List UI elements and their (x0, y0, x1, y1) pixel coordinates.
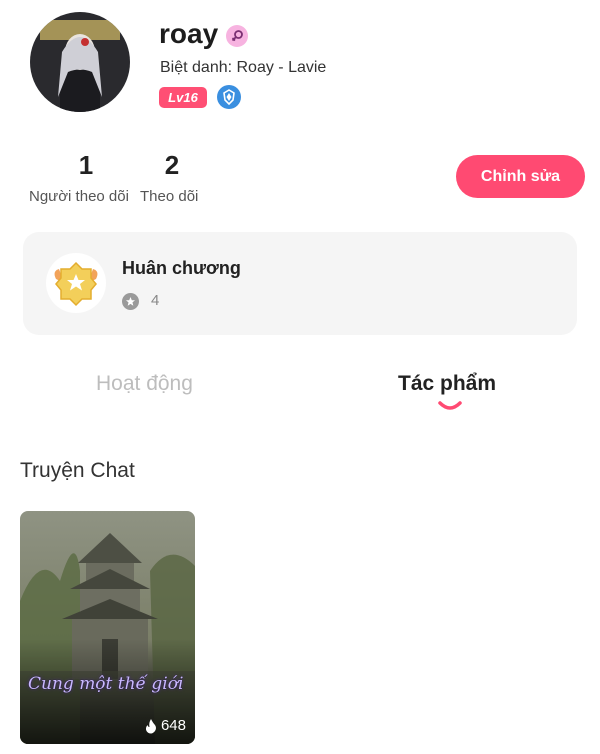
female-symbol-icon (226, 25, 248, 47)
tab-activity[interactable]: Hoạt động (96, 372, 193, 396)
following-count[interactable]: 2 (161, 150, 183, 181)
level-badge: Lv16 (159, 87, 207, 108)
followers-label[interactable]: Người theo dõi (29, 188, 129, 205)
medals-card[interactable]: Huân chương 4 (23, 232, 577, 335)
work-card[interactable]: Cung một thế giới 648 (20, 511, 195, 744)
section-title: Truyện Chat (20, 459, 135, 482)
work-cover-image (20, 511, 195, 744)
username: roay (159, 18, 219, 49)
flame-icon (145, 718, 156, 733)
tab-works[interactable]: Tác phẩm (398, 372, 496, 396)
nickname: Biệt danh: Roay - Lavie (160, 59, 327, 76)
work-title: Cung một thế giới (28, 674, 184, 694)
avatar[interactable] (30, 12, 130, 112)
star-circle-icon (122, 293, 139, 310)
views-count: 648 (160, 717, 186, 734)
blue-shield-icon[interactable] (217, 85, 241, 109)
following-label[interactable]: Theo dõi (140, 188, 198, 205)
work-views: 648 (144, 717, 186, 734)
edit-profile-button[interactable]: Chỉnh sửa (456, 155, 585, 198)
medals-title: Huân chương (122, 258, 241, 278)
gold-medal-icon (46, 253, 106, 313)
active-tab-indicator (438, 401, 462, 410)
followers-count[interactable]: 1 (75, 150, 97, 181)
medals-count: 4 (151, 292, 160, 309)
